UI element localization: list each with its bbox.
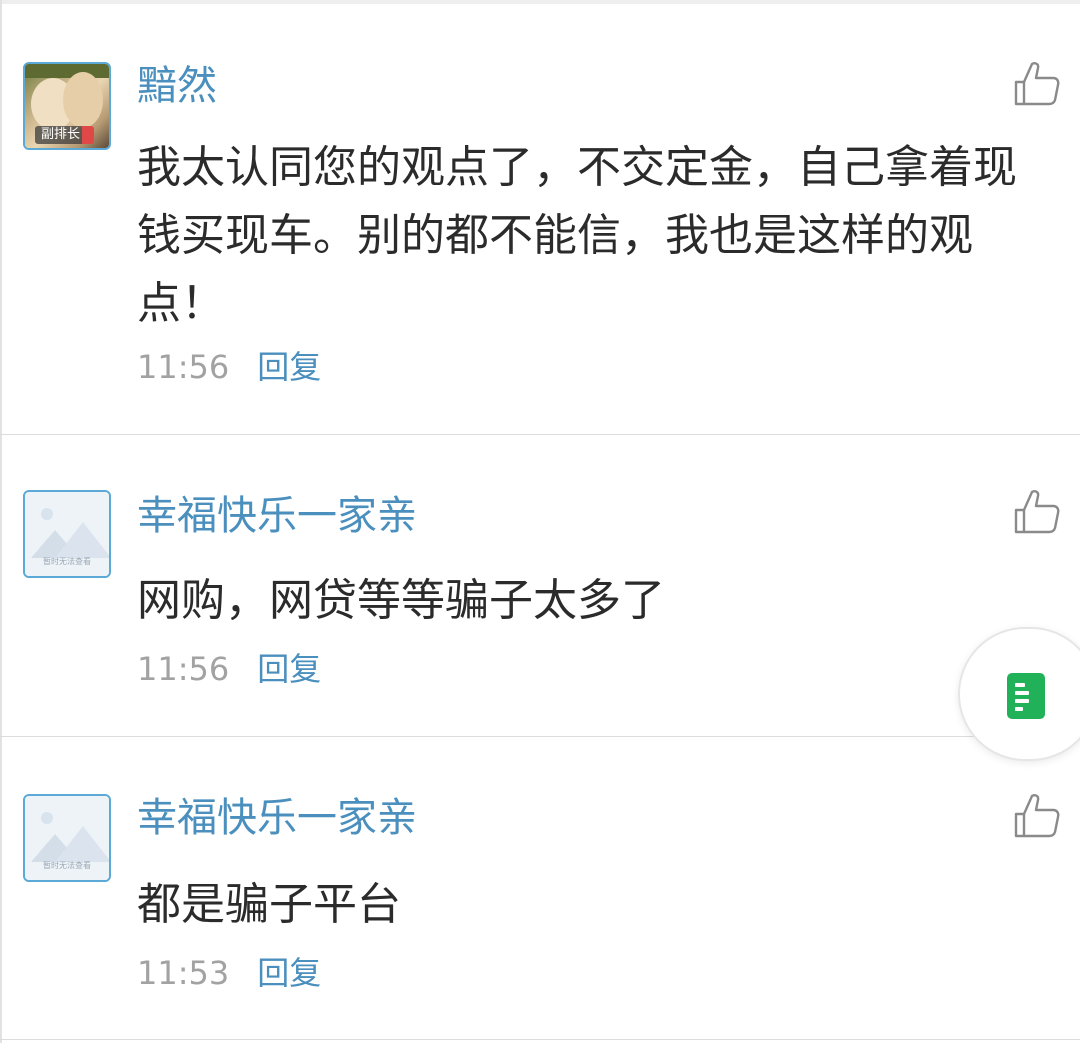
comment-meta: 11:56 回复 — [137, 649, 321, 689]
comment-time: 11:53 — [137, 954, 230, 992]
rank-badge-label: 副排长 — [41, 127, 81, 142]
avatar-placeholder: 暂时无法查看 — [25, 492, 109, 576]
thumbs-up-icon[interactable] — [1010, 486, 1062, 538]
comment-time: 11:56 — [137, 650, 230, 688]
thumbs-up-icon[interactable] — [1010, 790, 1062, 842]
comment-item: 暂时无法查看 幸福快乐一家亲 都是骗子平台 11:53 回复 — [0, 737, 1080, 1039]
comment-list-page: 副排长 黯然 我太认同您的观点了，不交定金，自己拿着现钱买现车。别的都不能信，我… — [0, 0, 1080, 1043]
avatar-placeholder: 暂时无法查看 — [25, 796, 109, 880]
comment-item: 暂时无法查看 幸福快乐一家亲 网购，网贷等等骗子太多了 11:56 回复 — [0, 435, 1080, 736]
username[interactable]: 幸福快乐一家亲 — [137, 492, 417, 540]
comment-item: 副排长 黯然 我太认同您的观点了，不交定金，自己拿着现钱买现车。别的都不能信，我… — [0, 0, 1080, 434]
reply-button[interactable]: 回复 — [257, 348, 321, 386]
comment-text: 都是骗子平台 — [137, 879, 401, 930]
avatar[interactable]: 暂时无法查看 — [23, 794, 111, 882]
avatar-caption: 暂时无法查看 — [43, 861, 91, 870]
reply-button[interactable]: 回复 — [257, 954, 321, 992]
avatar[interactable]: 副排长 — [23, 62, 111, 150]
comment-text: 我太认同您的观点了，不交定金，自己拿着现钱买现车。别的都不能信，我也是这样的观点… — [137, 142, 1017, 329]
comment-text: 网购，网贷等等骗子太多了 — [137, 575, 665, 626]
username[interactable]: 黯然 — [137, 62, 217, 110]
comment-meta: 11:53 回复 — [137, 953, 321, 993]
divider — [0, 1039, 1080, 1040]
avatar[interactable]: 暂时无法查看 — [23, 490, 111, 578]
reply-button[interactable]: 回复 — [257, 650, 321, 688]
avatar-caption: 暂时无法查看 — [43, 557, 91, 566]
thumbs-up-icon[interactable] — [1010, 58, 1062, 110]
document-icon[interactable] — [1006, 672, 1046, 720]
comment-meta: 11:56 回复 — [137, 347, 321, 387]
comment-time: 11:56 — [137, 348, 230, 386]
rank-badge: 副排长 — [35, 126, 95, 144]
username[interactable]: 幸福快乐一家亲 — [137, 794, 417, 842]
